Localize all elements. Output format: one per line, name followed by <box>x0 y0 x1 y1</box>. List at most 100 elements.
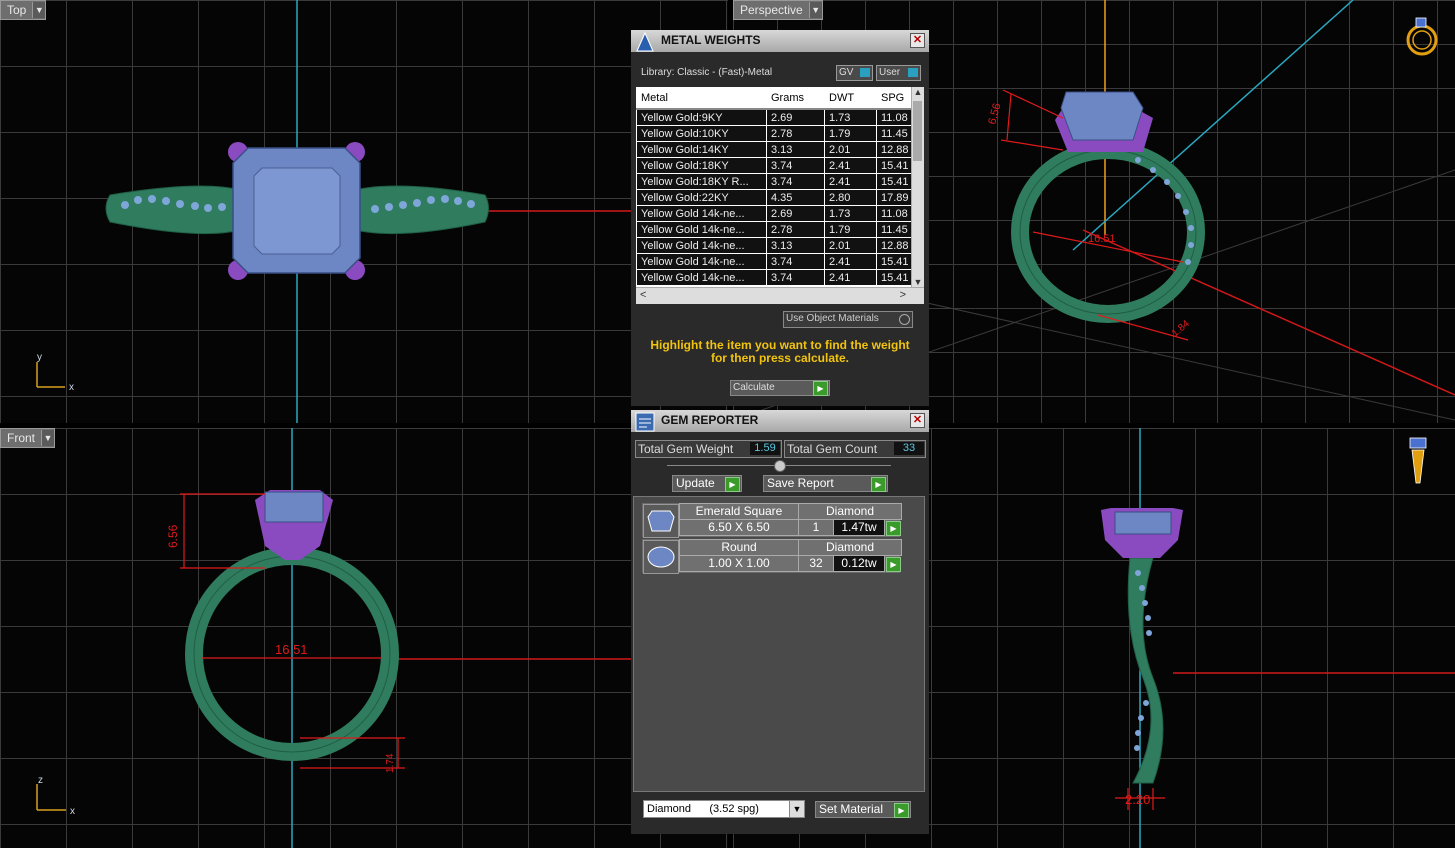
metal-row[interactable]: Yellow Gold 14k-ne... 3.13 2.01 12.88 <box>636 237 912 254</box>
metal-spg: 17.89 <box>876 189 912 206</box>
metal-dwt: 1.79 <box>824 125 877 142</box>
metal-table[interactable]: Metal Grams DWT SPG Yellow Gold:9KY 2.69 1… <box>636 87 912 286</box>
metal-row[interactable]: Yellow Gold:18KY R... 3.74 2.41 15.41 <box>636 173 912 190</box>
metal-grams: 3.74 <box>766 253 825 270</box>
total-gem-weight: Total Gem Weight 1.59 <box>635 440 782 458</box>
ring-side-icon[interactable] <box>1409 437 1427 484</box>
axis-z-label: z <box>38 775 43 786</box>
metal-row[interactable]: Yellow Gold:10KY 2.78 1.79 11.45 <box>636 125 912 142</box>
col-dwt[interactable]: DWT <box>824 87 877 110</box>
set-material-button[interactable]: Set Material ▶ <box>815 801 911 818</box>
chevron-down-icon[interactable]: ▼ <box>789 801 804 817</box>
gem-row[interactable]: Emerald Square Diamond 6.50 X 6.50 1 1.4… <box>642 503 902 538</box>
scroll-down-icon[interactable]: ▼ <box>912 277 924 287</box>
col-spg[interactable]: SPG <box>876 87 912 110</box>
user-label: User <box>879 67 901 78</box>
side-width-dim: 2.20 <box>1125 792 1150 807</box>
vertical-scrollbar[interactable]: ▲ ▼ <box>911 87 924 287</box>
gem-reporter-titlebar[interactable]: GEM REPORTER ✕ <box>631 410 929 432</box>
chevron-down-icon[interactable]: ▼ <box>41 430 55 446</box>
axis-y-label: y <box>37 352 42 363</box>
metal-grams: 2.69 <box>766 108 825 126</box>
metal-grams: 2.78 <box>766 125 825 142</box>
play-icon: ▶ <box>894 803 909 818</box>
metal-row[interactable]: Yellow Gold 14k-ne... 3.74 2.41 15.41 <box>636 269 912 286</box>
viewport-front-label: Front <box>7 431 36 445</box>
metal-dwt: 2.41 <box>824 253 877 270</box>
gem-reporter-panel: GEM REPORTER ✕ Total Gem Weight 1.59 Tot… <box>631 410 929 834</box>
metal-name: Yellow Gold:10KY <box>636 125 767 142</box>
metal-grams: 3.74 <box>766 173 825 190</box>
metal-grams: 3.13 <box>766 141 825 158</box>
scroll-thumb[interactable] <box>913 101 922 161</box>
material-select[interactable]: Diamond (3.52 spg) ▼ <box>643 800 805 818</box>
calculate-button[interactable]: Calculate ▶ <box>730 380 830 396</box>
total-gem-count-label: Total Gem Count <box>787 442 878 456</box>
close-icon[interactable]: ✕ <box>910 413 925 428</box>
scroll-right-icon[interactable]: > <box>900 289 906 301</box>
metal-weights-icon <box>636 31 654 52</box>
metal-row[interactable]: Yellow Gold:18KY 3.74 2.41 15.41 <box>636 157 912 174</box>
metal-grams: 2.69 <box>766 205 825 222</box>
metal-row[interactable]: Yellow Gold:9KY 2.69 1.73 11.08 <box>636 108 912 126</box>
update-button[interactable]: Update ▶ <box>672 475 742 492</box>
top-view-render: y x <box>36 0 728 423</box>
gem-list[interactable]: Emerald Square Diamond 6.50 X 6.50 1 1.4… <box>633 496 925 792</box>
metal-dwt: 2.01 <box>824 237 877 254</box>
viewport-label-top[interactable]: Top ▼ <box>0 0 47 20</box>
select-gem-icon[interactable]: ▶ <box>886 557 901 572</box>
gem-row[interactable]: Round Diamond 1.00 X 1.00 32 0.12tw ▶ <box>642 539 902 574</box>
metal-name: Yellow Gold:9KY <box>636 108 767 126</box>
gem-size: 6.50 X 6.50 <box>679 519 799 536</box>
metal-row[interactable]: Yellow Gold 14k-ne... 2.78 1.79 11.45 <box>636 221 912 238</box>
material-select-value: Diamond (3.52 spg) <box>647 803 759 815</box>
viewport-front[interactable]: 6.56 16.51 1.74 z x Front ▼ <box>0 428 728 848</box>
viewport-top[interactable]: y x Top ▼ <box>0 0 728 423</box>
use-object-materials-button[interactable]: Use Object Materials <box>783 311 913 328</box>
gv-toggle[interactable]: GV <box>836 65 873 81</box>
save-report-button[interactable]: Save Report ▶ <box>763 475 888 492</box>
col-metal[interactable]: Metal <box>636 87 767 110</box>
metal-spg: 15.41 <box>876 173 912 190</box>
metal-name: Yellow Gold:22KY <box>636 189 767 206</box>
metal-row[interactable]: Yellow Gold:14KY 3.13 2.01 12.88 <box>636 141 912 158</box>
gem-material: Diamond <box>798 539 902 556</box>
col-grams[interactable]: Grams <box>766 87 825 110</box>
gem-shape: Emerald Square <box>679 503 799 520</box>
metal-grams: 3.74 <box>766 157 825 174</box>
front-shank-dim: 1.74 <box>385 753 396 773</box>
total-gem-count: Total Gem Count 33 <box>784 440 926 458</box>
metal-row[interactable]: Yellow Gold:22KY 4.35 2.80 17.89 <box>636 189 912 206</box>
set-material-label: Set Material <box>819 802 884 816</box>
metal-row[interactable]: Yellow Gold 14k-ne... 3.74 2.41 15.41 <box>636 253 912 270</box>
gem-count: 32 <box>798 555 834 572</box>
metal-table-container[interactable]: Metal Grams DWT SPG Yellow Gold:9KY 2.69 1… <box>636 87 924 304</box>
chevron-down-icon[interactable]: ▼ <box>808 2 822 18</box>
gem-material: Diamond <box>798 503 902 520</box>
play-icon: ▶ <box>871 477 886 492</box>
gem-weight: 1.47tw <box>833 519 885 536</box>
play-icon: ▶ <box>813 381 828 396</box>
metal-grams: 2.78 <box>766 221 825 238</box>
viewport-label-perspective[interactable]: Perspective ▼ <box>733 0 823 20</box>
chevron-down-icon[interactable]: ▼ <box>32 2 46 18</box>
user-toggle[interactable]: User <box>876 65 921 81</box>
instructions-text: Highlight the item you want to find the … <box>650 338 910 365</box>
metal-row[interactable]: Yellow Gold 14k-ne... 2.69 1.73 11.08 <box>636 205 912 222</box>
metal-grams: 3.74 <box>766 269 825 286</box>
gem-reporter-title: GEM REPORTER <box>661 413 759 427</box>
scroll-up-icon[interactable]: ▲ <box>912 87 924 97</box>
horizontal-scrollbar[interactable]: < > <box>636 287 924 304</box>
close-icon[interactable]: ✕ <box>910 33 925 48</box>
viewport-label-front[interactable]: Front ▼ <box>0 428 56 448</box>
gem-weight: 0.12tw <box>833 555 885 572</box>
emerald-cut-gem-icon <box>643 504 679 538</box>
select-gem-icon[interactable]: ▶ <box>886 521 901 536</box>
scroll-left-icon[interactable]: < <box>640 289 646 301</box>
metal-dwt: 2.41 <box>824 157 877 174</box>
ring-orbit-icon[interactable] <box>1406 17 1438 56</box>
metal-weights-titlebar[interactable]: METAL WEIGHTS ✕ <box>631 30 929 52</box>
total-gem-weight-label: Total Gem Weight <box>638 442 734 456</box>
splitter-handle-icon[interactable] <box>774 460 786 472</box>
metal-dwt: 2.41 <box>824 269 877 286</box>
